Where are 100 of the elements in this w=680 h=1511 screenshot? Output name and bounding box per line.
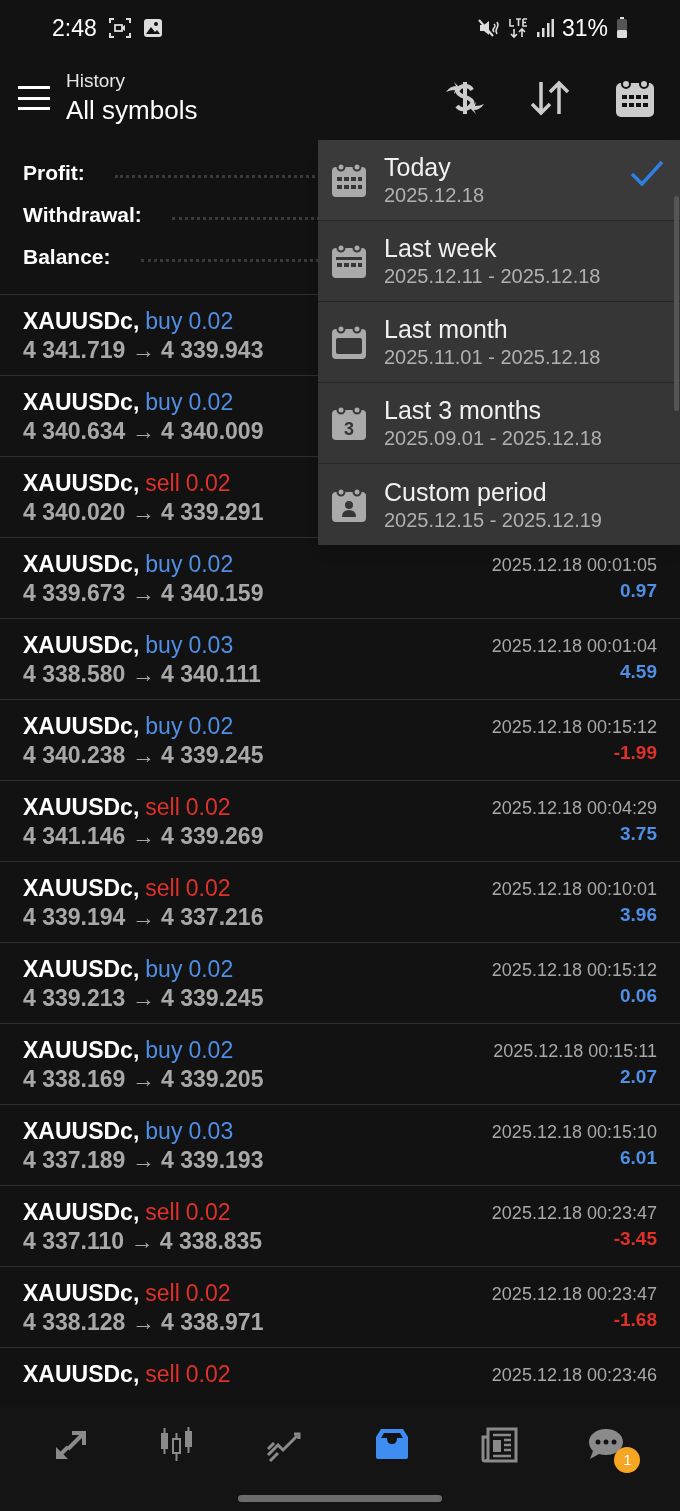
price-range: 4 338.580 → 4 340.111 (23, 660, 261, 689)
price-range: 4 337.110 → 4 338.835 (23, 1227, 263, 1256)
deal-volume: 0.02 (185, 1279, 231, 1307)
deal-volume: 0.03 (188, 631, 234, 659)
screen-subtitle: History (66, 69, 127, 93)
deal-row[interactable]: XAUUSDc, sell 0.02 4 337.110 → 4 338.835 2025.12.18 00:23:47 -3.45 (0, 1186, 680, 1267)
calendar-icon (330, 242, 368, 280)
symbol-name: XAUUSDc, (23, 469, 140, 497)
battery-level: 31% (561, 13, 608, 43)
symbol-name: XAUUSDc, (23, 550, 140, 578)
period-dates: 2025.12.15 - 2025.12.19 (384, 507, 602, 533)
deal-profit: 6.01 (620, 1146, 657, 1170)
calendar-icon (330, 323, 368, 361)
image-icon (142, 18, 163, 38)
deal-row[interactable]: XAUUSDc, sell 0.02 2025.12.18 00:23:46 (0, 1348, 680, 1404)
deal-type: sell (145, 1198, 180, 1226)
battery-icon (616, 17, 628, 39)
period-label: Last month (384, 314, 509, 344)
deal-time: 2025.12.18 00:23:47 (491, 1283, 657, 1306)
deal-type: sell (145, 874, 180, 902)
menu-icon[interactable] (18, 86, 50, 110)
deal-profit: 0.06 (620, 984, 657, 1008)
deal-type: sell (145, 1279, 180, 1307)
deal-profit: -1.68 (613, 1308, 657, 1332)
symbol-name: XAUUSDc, (23, 1198, 140, 1226)
symbol-name: XAUUSDc, (23, 307, 140, 335)
deal-type: buy (145, 1036, 183, 1064)
deal-profit: 3.96 (620, 903, 657, 927)
deal-type: sell (145, 469, 180, 497)
summary-label: Withdrawal: (23, 202, 142, 229)
deal-profit: 2.07 (620, 1065, 657, 1089)
deal-volume: 0.02 (185, 1198, 231, 1226)
deal-row[interactable]: XAUUSDc, sell 0.02 4 338.128 → 4 338.971 2025.12.18 00:23:47 -1.68 (0, 1267, 680, 1348)
symbol-name: XAUUSDc, (23, 712, 140, 740)
symbol-name: XAUUSDc, (23, 1279, 140, 1307)
deal-type: buy (145, 307, 183, 335)
symbol-name: XAUUSDc, (23, 1036, 140, 1064)
deal-time: 2025.12.18 00:01:05 (491, 554, 657, 577)
signal-icon (535, 18, 554, 38)
deal-time: 2025.12.18 00:23:46 (491, 1364, 657, 1387)
deal-volume: 0.02 (188, 955, 234, 983)
deal-time: 2025.12.18 00:23:47 (491, 1202, 657, 1225)
symbol-name: XAUUSDc, (23, 955, 140, 983)
deal-time: 2025.12.18 00:15:11 (493, 1040, 657, 1063)
screen-record-icon (108, 18, 131, 38)
price-range: 4 338.169 → 4 339.205 (23, 1065, 264, 1094)
deal-row[interactable]: XAUUSDc, buy 0.02 4 338.169 → 4 339.205 2025.12.18 00:15:11 2.07 (0, 1024, 680, 1105)
deal-type: buy (145, 1117, 183, 1145)
summary-label: Balance: (23, 244, 111, 271)
summary-label: Profit: (23, 160, 85, 187)
deal-volume: 0.02 (188, 550, 234, 578)
deal-volume: 0.02 (188, 388, 234, 416)
deal-volume: 0.02 (185, 793, 231, 821)
deal-row[interactable]: XAUUSDc, buy 0.03 4 338.580 → 4 340.111 2025.12.18 00:01:04 4.59 (0, 619, 680, 700)
mute-icon (477, 18, 500, 38)
screen-title: All symbols (66, 94, 198, 127)
sort-icon[interactable] (530, 79, 570, 117)
symbol-name: XAUUSDc, (23, 874, 140, 902)
deal-time: 2025.12.18 00:04:29 (491, 797, 657, 820)
deal-volume: 0.02 (185, 874, 231, 902)
deal-type: buy (145, 631, 183, 659)
deal-type: buy (145, 550, 183, 578)
period-label: Custom period (384, 476, 548, 507)
deal-type: buy (145, 955, 183, 983)
deal-row[interactable]: XAUUSDc, buy 0.03 4 337.189 → 4 339.193 2025.12.18 00:15:10 6.01 (0, 1105, 680, 1186)
lte-icon (507, 17, 528, 39)
deal-row[interactable]: XAUUSDc, buy 0.02 4 340.238 → 4 339.245 2025.12.18 00:15:12 -1.99 (0, 700, 680, 781)
period-label: Last week (384, 233, 498, 263)
period-dates: 2025.12.11 - 2025.12.18 (384, 264, 601, 289)
checkmark-icon (630, 160, 664, 186)
deal-time: 2025.12.18 00:15:10 (491, 1121, 657, 1144)
deal-volume: 0.02 (188, 307, 234, 335)
deal-volume: 0.02 (185, 469, 231, 497)
deal-profit: 4.59 (620, 660, 657, 684)
price-range: 4 341.146 → 4 339.269 (23, 822, 264, 851)
period-label: Last 3 months (384, 395, 543, 425)
price-range: 4 340.020 → 4 339.291 (23, 498, 264, 527)
symbol-name: XAUUSDc, (23, 388, 140, 416)
deal-time: 2025.12.18 00:10:01 (491, 878, 657, 901)
symbol-name: XAUUSDc, (23, 631, 140, 659)
deal-type: buy (145, 388, 183, 416)
deal-row[interactable]: XAUUSDc, buy 0.02 4 339.213 → 4 339.245 2025.12.18 00:15:12 0.06 (0, 943, 680, 1024)
period-option[interactable]: 3 Last 3 months 2025.09.01 - 2025.12.18 (318, 383, 680, 464)
symbol-name: XAUUSDc, (23, 1360, 140, 1388)
price-range: 4 339.673 → 4 340.159 (23, 579, 264, 608)
price-range: 4 338.128 → 4 338.971 (23, 1308, 264, 1337)
period-dates: 2025.12.18 (384, 183, 485, 208)
period-option[interactable]: Today 2025.12.18 (318, 140, 680, 221)
deal-type: sell (145, 1360, 180, 1388)
deal-row[interactable]: XAUUSDc, sell 0.02 4 341.146 → 4 339.269 2025.12.18 00:04:29 3.75 (0, 781, 680, 862)
deal-row[interactable]: XAUUSDc, sell 0.02 4 339.194 → 4 337.216 2025.12.18 00:10:01 3.96 (0, 862, 680, 943)
price-range: 4 339.213 → 4 339.245 (23, 984, 264, 1013)
price-range: 4 339.194 → 4 337.216 (23, 903, 264, 932)
deal-profit: 0.97 (620, 579, 657, 603)
price-range: 4 340.634 → 4 340.009 (23, 417, 264, 446)
price-range: 4 341.719 → 4 339.943 (23, 336, 264, 365)
deal-time: 2025.12.18 00:01:04 (491, 635, 657, 658)
deal-volume: 0.03 (188, 1117, 234, 1145)
notification-badge: 1 (614, 1447, 641, 1473)
deal-type: sell (145, 793, 180, 821)
